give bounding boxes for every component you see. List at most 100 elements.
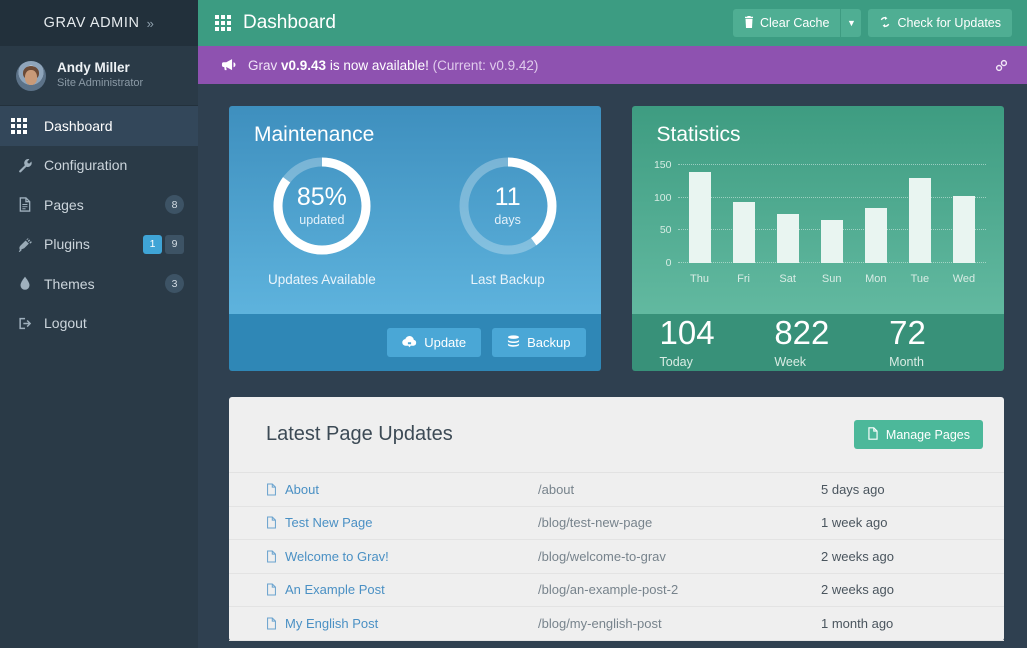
chart-bar-column xyxy=(812,165,851,263)
chart-bar xyxy=(821,220,843,263)
page-route: /blog/welcome-to-grav xyxy=(538,549,821,564)
maintenance-footer: Update Backup xyxy=(229,314,601,371)
status-badge: 8 xyxy=(165,195,184,214)
sidebar-badges: 8 xyxy=(165,195,184,214)
table-row[interactable]: About/about5 days ago xyxy=(229,473,1004,507)
check-for-updates-button[interactable]: Check for Updates xyxy=(868,9,1012,37)
chart-x-tick-label: Sun xyxy=(812,273,851,285)
chart-y-tick-label: 100 xyxy=(654,192,672,204)
backup-button[interactable]: Backup xyxy=(492,328,585,357)
update-button[interactable]: Update xyxy=(387,328,481,357)
file-icon xyxy=(14,197,36,212)
page-title-text: Welcome to Grav! xyxy=(285,549,389,564)
statistics-card: Statistics 050100150 ThuFriSatSunMonTueW… xyxy=(632,106,1005,371)
page-title-link[interactable]: An Example Post xyxy=(266,582,538,597)
page-title: Dashboard xyxy=(215,12,336,34)
chart-bar-column xyxy=(768,165,807,263)
statistics-footer: 104 Today 822 Week 72 Month xyxy=(632,314,1005,371)
status-badge-updates: 1 xyxy=(143,235,162,254)
chart-bar xyxy=(953,196,975,263)
chart-x-tick-label: Mon xyxy=(857,273,896,285)
clear-cache-label: Clear Cache xyxy=(760,16,829,30)
wrench-icon xyxy=(14,158,36,173)
table-row[interactable]: Test New Page/blog/test-new-page1 week a… xyxy=(229,507,1004,541)
page-updated-time: 1 month ago xyxy=(821,616,893,631)
grid-icon xyxy=(215,15,231,31)
page-title-text: Dashboard xyxy=(243,12,336,34)
table-row[interactable]: Welcome to Grav!/blog/welcome-to-grav2 w… xyxy=(229,540,1004,574)
chart-y-tick-label: 150 xyxy=(654,159,672,171)
stat-label: Month xyxy=(889,356,1004,369)
avatar xyxy=(16,61,46,91)
donut-last-backup: 11 days Last Backup xyxy=(433,154,583,287)
stat-month: 72 Month xyxy=(889,316,1004,369)
donut-center: 85% updated xyxy=(270,154,374,258)
sidebar-item-label: Logout xyxy=(44,315,184,331)
sign-out-icon xyxy=(14,316,36,331)
donut-label: Last Backup xyxy=(433,272,583,287)
topbar-actions: Clear Cache ▼ Check for Updates xyxy=(733,9,1012,37)
status-badge: 3 xyxy=(165,274,184,293)
sidebar-item-dashboard[interactable]: Dashboard xyxy=(0,106,198,146)
chart-bars xyxy=(678,165,987,263)
topbar: Dashboard Clear Cache ▼ Check xyxy=(198,0,1027,46)
user-profile[interactable]: Andy Miller Site Administrator xyxy=(0,46,198,106)
manage-pages-button[interactable]: Manage Pages xyxy=(854,420,983,449)
table-row[interactable]: An Example Post/blog/an-example-post-22 … xyxy=(229,574,1004,608)
statistics-bar-chart: 050100150 ThuFriSatSunMonTueWed xyxy=(642,159,995,289)
notice-text: Grav v0.9.43 is now available! (Current:… xyxy=(248,58,538,73)
page-route: /blog/my-english-post xyxy=(538,616,821,631)
check-for-updates-label: Check for Updates xyxy=(897,16,1001,30)
manage-pages-label: Manage Pages xyxy=(886,428,970,442)
sidebar-item-label: Themes xyxy=(44,276,165,292)
file-icon xyxy=(266,583,277,596)
clear-cache-button[interactable]: Clear Cache xyxy=(733,9,840,37)
sidebar-item-configuration[interactable]: Configuration xyxy=(0,146,198,186)
file-icon xyxy=(867,427,879,443)
user-meta: Andy Miller Site Administrator xyxy=(57,60,143,91)
statistics-title: Statistics xyxy=(632,123,1005,147)
update-notification-bar[interactable]: Grav v0.9.43 is now available! (Current:… xyxy=(198,46,1027,84)
chart-bar-column xyxy=(724,165,763,263)
page-title-link[interactable]: Welcome to Grav! xyxy=(266,549,538,564)
page-title-text: Test New Page xyxy=(285,515,372,530)
sidebar-item-themes[interactable]: Themes 3 xyxy=(0,264,198,304)
chart-bar-column xyxy=(945,165,984,263)
chart-y-tick-label: 0 xyxy=(666,257,672,269)
page-title-text: My English Post xyxy=(285,616,378,631)
user-name: Andy Miller xyxy=(57,60,143,77)
sidebar-item-label: Dashboard xyxy=(44,118,184,134)
donut-value: 85% xyxy=(297,185,347,210)
notice-current: (Current: v0.9.42) xyxy=(433,58,539,73)
page-title-link[interactable]: Test New Page xyxy=(266,515,538,530)
cloud-download-icon xyxy=(402,335,417,351)
chart-bar-column xyxy=(857,165,896,263)
sidebar-item-plugins[interactable]: Plugins 1 9 xyxy=(0,225,198,265)
brand-logo[interactable]: GRAV ADMIN » xyxy=(0,0,198,46)
notice-version: v0.9.43 xyxy=(281,58,326,73)
sidebar-item-pages[interactable]: Pages 8 xyxy=(0,185,198,225)
chevron-down-icon[interactable]: ▼ xyxy=(840,9,861,37)
chart-plot-area: 050100150 xyxy=(678,165,987,263)
stat-number: 72 xyxy=(889,316,1004,351)
page-updated-time: 2 weeks ago xyxy=(821,582,894,597)
chart-x-tick-label: Fri xyxy=(724,273,763,285)
donut-chart: 85% updated xyxy=(270,154,374,258)
main-area: Dashboard Clear Cache ▼ Check xyxy=(198,0,1027,648)
update-label: Update xyxy=(424,335,466,350)
page-route: /blog/test-new-page xyxy=(538,515,821,530)
page-title-link[interactable]: About xyxy=(266,482,538,497)
donut-group: 85% updated Updates Available xyxy=(229,154,601,287)
chain-icon[interactable] xyxy=(994,58,1009,73)
content-area: Maintenance 85% xyxy=(198,84,1027,648)
backup-label: Backup xyxy=(527,335,570,350)
stat-today: 104 Today xyxy=(660,316,775,369)
table-row[interactable]: My English Post/blog/my-english-post1 mo… xyxy=(229,607,1004,641)
sidebar-item-logout[interactable]: Logout xyxy=(0,304,198,344)
page-title-link[interactable]: My English Post xyxy=(266,616,538,631)
donut-sub: updated xyxy=(299,214,344,227)
page-updated-time: 1 week ago xyxy=(821,515,888,530)
page-title-text: An Example Post xyxy=(285,582,385,597)
donut-value: 11 xyxy=(495,185,521,210)
chart-bar xyxy=(777,214,799,263)
